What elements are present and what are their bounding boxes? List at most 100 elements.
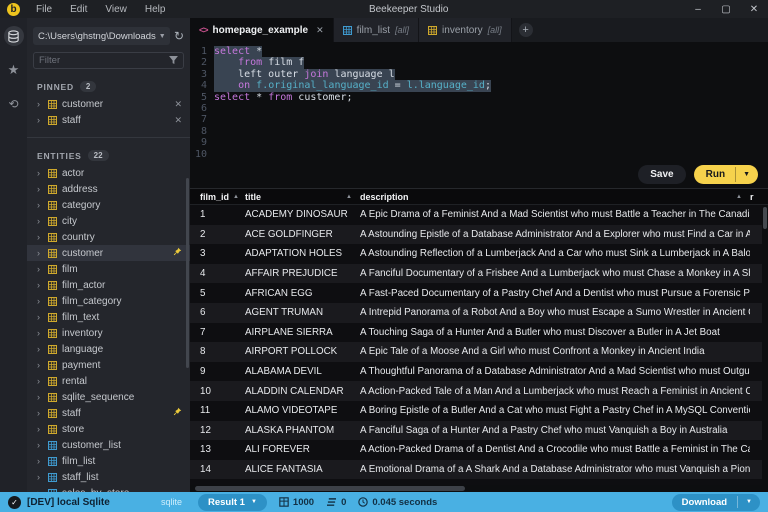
chevron-right-icon[interactable]: › — [37, 280, 43, 290]
sidebar-item-customer[interactable]: ›customer — [27, 245, 190, 261]
sidebar-scrollbar[interactable] — [186, 178, 189, 368]
close-button[interactable]: ✕ — [740, 2, 768, 17]
menu-file[interactable]: File — [28, 2, 60, 17]
saved-queries-button[interactable]: ★ — [4, 60, 24, 80]
pinned-item-customer[interactable]: ›customer✕ — [27, 96, 190, 112]
chevron-right-icon[interactable]: › — [37, 488, 43, 492]
cell-film-id: 11 — [190, 405, 245, 416]
chevron-right-icon[interactable]: › — [37, 264, 43, 274]
table-row[interactable]: 1ACADEMY DINOSAURA Epic Drama of a Femin… — [190, 205, 768, 225]
menu-edit[interactable]: Edit — [62, 2, 95, 17]
database-tab-button[interactable] — [4, 26, 24, 46]
chevron-right-icon[interactable]: › — [37, 328, 43, 338]
table-row[interactable]: 8AIRPORT POLLOCKA Epic Tale of a Moose A… — [190, 342, 768, 362]
sidebar-item-sqlite_sequence[interactable]: ›sqlite_sequence — [27, 389, 190, 405]
menu-view[interactable]: View — [97, 2, 135, 17]
menu-help[interactable]: Help — [137, 2, 174, 17]
result-selector[interactable]: Result 1 ▼ — [198, 494, 267, 511]
chevron-right-icon[interactable]: › — [37, 168, 43, 178]
tab-inventory[interactable]: inventory[all] — [419, 18, 512, 42]
minimize-button[interactable]: – — [684, 2, 712, 17]
chevron-right-icon[interactable]: › — [37, 115, 43, 125]
chevron-right-icon[interactable]: › — [37, 200, 43, 210]
chevron-right-icon[interactable]: › — [37, 408, 43, 418]
pinned-section-header: PINNED 2 — [37, 81, 180, 92]
sidebar-item-category[interactable]: ›category — [27, 197, 190, 213]
table-row[interactable]: 12ALASKA PHANTOMA Fanciful Saga of a Hun… — [190, 421, 768, 441]
sidebar-item-sales_by_store[interactable]: ›sales_by_store — [27, 485, 190, 492]
unpin-icon[interactable]: ✕ — [174, 115, 182, 126]
entity-label: store — [62, 424, 84, 435]
sidebar-item-staff[interactable]: ›staff — [27, 405, 190, 421]
chevron-right-icon[interactable]: › — [37, 424, 43, 434]
sidebar-item-country[interactable]: ›country — [27, 229, 190, 245]
chevron-right-icon[interactable]: › — [37, 232, 43, 242]
save-button[interactable]: Save — [638, 165, 685, 184]
tab-homepage_example[interactable]: <>homepage_example✕ — [190, 18, 334, 42]
run-dropdown-caret[interactable]: ▼ — [735, 167, 758, 182]
column-header-partial[interactable]: r — [750, 192, 768, 202]
sidebar-item-store[interactable]: › store — [27, 421, 190, 437]
chevron-right-icon[interactable]: › — [37, 392, 43, 402]
sql-editor[interactable]: 1select *2 from film f3 left outer join … — [190, 42, 768, 160]
sidebar-item-actor[interactable]: ›actor — [27, 165, 190, 181]
sidebar-item-payment[interactable]: ›payment — [27, 357, 190, 373]
pinned-item-staff[interactable]: ›staff✕ — [27, 112, 190, 128]
chevron-right-icon[interactable]: › — [37, 376, 43, 386]
download-button[interactable]: Download ▼ — [672, 494, 760, 511]
sidebar-item-film_text[interactable]: ›film_text — [27, 309, 190, 325]
vertical-scrollbar-thumb[interactable] — [763, 207, 767, 229]
column-header-title[interactable]: title ▲ — [245, 192, 360, 202]
chevron-right-icon[interactable]: › — [37, 99, 43, 109]
sidebar-item-film_list[interactable]: ›film_list — [27, 453, 190, 469]
unpin-icon[interactable]: ✕ — [174, 99, 182, 110]
table-row[interactable]: 6AGENT TRUMANA Intrepid Panorama of a Ro… — [190, 303, 768, 323]
horizontal-scrollbar-thumb[interactable] — [195, 486, 465, 491]
table-row[interactable]: 10ALADDIN CALENDARA Action-Packed Tale o… — [190, 381, 768, 401]
download-dropdown-caret[interactable]: ▼ — [737, 496, 760, 508]
sidebar-item-rental[interactable]: ›rental — [27, 373, 190, 389]
table-row[interactable]: 7AIRPLANE SIERRAA Touching Saga of a Hun… — [190, 323, 768, 343]
sidebar-item-film_category[interactable]: ›film_category — [27, 293, 190, 309]
sidebar-item-film_actor[interactable]: ›film_actor — [27, 277, 190, 293]
column-header-film-id[interactable]: film_id ▲ — [190, 192, 245, 202]
chevron-right-icon[interactable]: › — [37, 472, 43, 482]
sidebar-item-customer_list[interactable]: ›customer_list — [27, 437, 190, 453]
run-button[interactable]: Run ▼ — [694, 165, 758, 184]
history-button[interactable]: ⟲ — [4, 94, 24, 114]
table-row[interactable]: 13ALI FOREVERA Action-Packed Drama of a … — [190, 440, 768, 460]
vertical-scrollbar[interactable] — [762, 205, 768, 485]
table-row[interactable]: 4AFFAIR PREJUDICEA Fanciful Documentary … — [190, 264, 768, 284]
new-tab-button[interactable]: + — [519, 23, 533, 37]
chevron-right-icon[interactable]: › — [37, 360, 43, 370]
maximize-button[interactable]: ▢ — [712, 2, 740, 17]
chevron-right-icon[interactable]: › — [37, 184, 43, 194]
tab-film_list[interactable]: film_list[all] — [334, 18, 419, 42]
chevron-right-icon[interactable]: › — [37, 312, 43, 322]
table-row[interactable]: 3ADAPTATION HOLESA Astounding Reflection… — [190, 244, 768, 264]
table-row[interactable]: 9ALABAMA DEVILA Thoughtful Panorama of a… — [190, 362, 768, 382]
table-row[interactable]: 14ALICE FANTASIAA Emotional Drama of a A… — [190, 460, 768, 480]
chevron-right-icon[interactable]: › — [37, 216, 43, 226]
sidebar-item-film[interactable]: ›film — [27, 261, 190, 277]
close-tab-icon[interactable]: ✕ — [316, 25, 324, 36]
table-row[interactable]: 5AFRICAN EGGA Fast-Paced Documentary of … — [190, 283, 768, 303]
chevron-right-icon[interactable]: › — [37, 440, 43, 450]
chevron-right-icon[interactable]: › — [37, 344, 43, 354]
horizontal-scrollbar[interactable] — [190, 485, 768, 492]
table-row[interactable]: 2ACE GOLDFINGERA Astounding Epistle of a… — [190, 225, 768, 245]
sidebar-item-language[interactable]: ›language — [27, 341, 190, 357]
filter-input[interactable] — [39, 55, 169, 66]
editor-line-5: 5select * from customer; — [190, 92, 768, 103]
sidebar-item-city[interactable]: ›city — [27, 213, 190, 229]
sidebar-item-address[interactable]: ›address — [27, 181, 190, 197]
chevron-right-icon[interactable]: › — [37, 456, 43, 466]
chevron-right-icon[interactable]: › — [37, 296, 43, 306]
refresh-button[interactable]: ↻ — [174, 30, 184, 42]
column-header-description[interactable]: description ▲ — [360, 192, 750, 202]
chevron-right-icon[interactable]: › — [37, 248, 43, 258]
sidebar-item-inventory[interactable]: ›inventory — [27, 325, 190, 341]
table-row[interactable]: 11ALAMO VIDEOTAPEA Boring Epistle of a B… — [190, 401, 768, 421]
sidebar-item-staff_list[interactable]: ›staff_list — [27, 469, 190, 485]
connection-select[interactable]: C:\Users\ghstng\Downloads ▼ — [33, 27, 170, 45]
